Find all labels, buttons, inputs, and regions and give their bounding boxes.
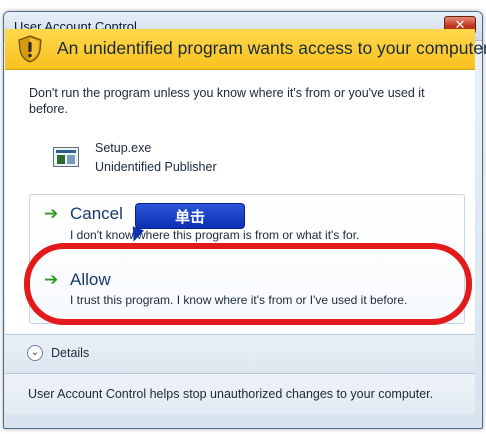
highlight-oval [24,243,472,325]
green-arrow-icon: ➔ [44,204,59,223]
program-name: Setup.exe [95,141,152,155]
cancel-option[interactable]: ➔ Cancel I don't know where this program… [30,201,464,243]
program-icon [53,147,79,167]
uac-shield-icon [18,35,42,63]
header-message: An unidentified program wants access to … [57,38,486,58]
details-label[interactable]: Details [51,346,89,360]
cancel-title: Cancel [70,204,123,223]
dialog-footer: User Account Control helps stop unauthor… [5,373,475,414]
chevron-down-icon[interactable]: ⌄ [27,345,43,361]
cancel-description: I don't know where this program is from … [70,228,360,242]
footer-text: User Account Control helps stop unauthor… [28,387,434,401]
warning-text: Don't run the program unless you know wh… [29,86,425,116]
program-publisher: Unidentified Publisher [95,160,217,174]
click-callout: 单击 [135,203,245,229]
details-bar: ⌄ Details [5,334,475,373]
header-banner: An unidentified program wants access to … [5,29,486,70]
